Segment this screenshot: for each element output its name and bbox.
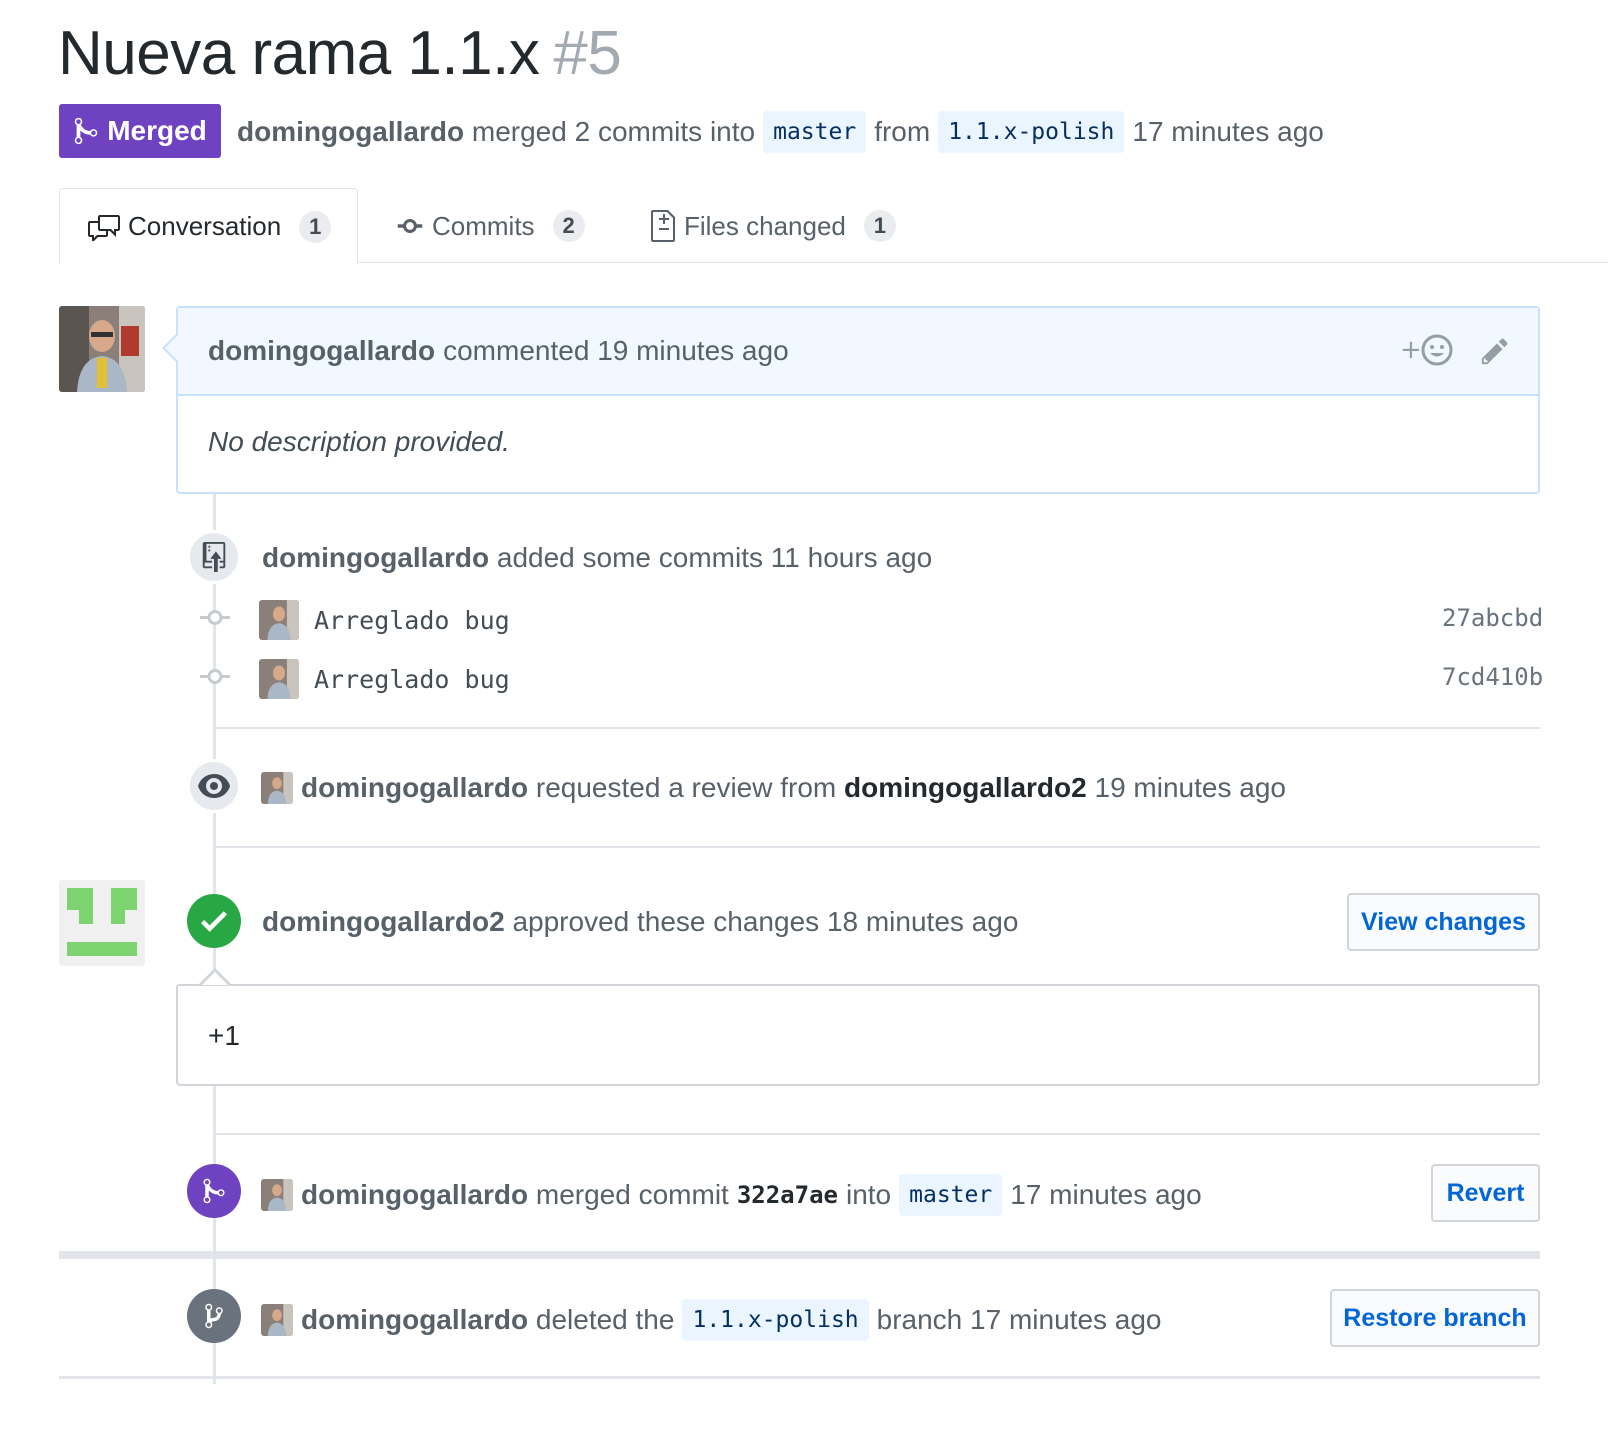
review-comment-box: +1 bbox=[176, 984, 1540, 1086]
comment-time[interactable]: 19 minutes ago bbox=[597, 335, 788, 367]
smiley-icon: + bbox=[1400, 334, 1453, 366]
timeline-divider bbox=[215, 727, 1540, 729]
tab-conversation[interactable]: Conversation 1 bbox=[59, 188, 358, 264]
commits-event-author[interactable]: domingogallardo bbox=[262, 542, 489, 574]
review-request-action: requested a review from bbox=[535, 772, 837, 803]
avatar[interactable] bbox=[259, 600, 299, 640]
comment-header: domingogallardo commented 19 minutes ago… bbox=[178, 308, 1538, 396]
commit-sha[interactable]: 7cd410b bbox=[1442, 663, 1543, 691]
merged-badge bbox=[187, 1164, 241, 1218]
avatar[interactable] bbox=[261, 1304, 293, 1336]
identicon-avatar[interactable] bbox=[59, 880, 145, 966]
delete-suffix: branch bbox=[876, 1304, 963, 1335]
approval-author[interactable]: domingogallardo2 bbox=[262, 906, 505, 938]
pr-title: Nueva rama 1.1.x #5 bbox=[58, 14, 622, 94]
merge-time[interactable]: 17 minutes ago bbox=[1010, 1179, 1201, 1211]
commit-sha[interactable]: 27abcbd bbox=[1442, 604, 1543, 632]
approval-caret-inner bbox=[202, 972, 228, 985]
avatar[interactable] bbox=[261, 772, 293, 804]
tab-commits[interactable]: Commits 2 bbox=[396, 188, 585, 264]
comment-caret-inner bbox=[165, 334, 179, 362]
delete-author[interactable]: domingogallardo bbox=[301, 1304, 528, 1336]
deleted-branch[interactable]: 1.1.x-polish bbox=[682, 1299, 869, 1341]
merge-into: into bbox=[845, 1179, 892, 1210]
merged-time: 17 minutes ago bbox=[1132, 116, 1324, 147]
git-branch-icon bbox=[205, 1303, 223, 1329]
review-request-badge bbox=[187, 759, 241, 813]
review-comment-body: +1 bbox=[208, 1020, 240, 1051]
check-icon bbox=[201, 911, 227, 932]
tab-commits-count: 2 bbox=[552, 210, 585, 242]
avatar[interactable] bbox=[261, 1179, 293, 1211]
approval-event: domingogallardo2 approved these changes … bbox=[262, 900, 1018, 944]
review-request-author[interactable]: domingogallardo bbox=[301, 772, 528, 804]
merged-status-badge: Merged bbox=[59, 104, 221, 158]
tab-files-changed-label: Files changed bbox=[684, 210, 846, 241]
comment-action: commented bbox=[443, 335, 590, 366]
tab-conversation-label: Conversation bbox=[128, 211, 282, 241]
pr-author-link[interactable]: domingogallardo bbox=[237, 110, 464, 154]
diff-icon bbox=[651, 210, 675, 242]
comment-body: No description provided. bbox=[208, 426, 510, 457]
timeline-divider bbox=[215, 1133, 1540, 1135]
comment-author[interactable]: domingogallardo bbox=[208, 335, 435, 367]
merge-commit-sha[interactable]: 322a7ae bbox=[737, 1181, 838, 1209]
repo-push-badge bbox=[187, 530, 241, 584]
commit-message[interactable]: Arreglado bug bbox=[314, 661, 510, 697]
git-commit-icon bbox=[200, 610, 230, 625]
comment-box: domingogallardo commented 19 minutes ago… bbox=[176, 306, 1540, 494]
commits-event-action: added some commits bbox=[496, 542, 763, 573]
review-request-time[interactable]: 19 minutes ago bbox=[1095, 772, 1286, 804]
comment-discussion-icon bbox=[88, 214, 120, 241]
commits-event-time[interactable]: 11 hours ago bbox=[771, 542, 932, 574]
delete-action: deleted the bbox=[535, 1304, 675, 1335]
merged-label: Merged bbox=[107, 115, 207, 146]
merge-author[interactable]: domingogallardo bbox=[301, 1179, 528, 1211]
edit-comment-button[interactable] bbox=[1480, 336, 1510, 373]
commits-added-event: domingogallardo added some commits 11 ho… bbox=[262, 536, 932, 580]
merged-text: merged 2 commits into bbox=[471, 116, 756, 147]
review-request-event: domingogallardo requested a review from … bbox=[261, 766, 1286, 810]
repo-push-icon bbox=[202, 542, 226, 572]
merge-target-branch[interactable]: master bbox=[899, 1174, 1003, 1216]
git-commit-icon bbox=[200, 669, 230, 684]
pr-meta: domingogallardo merged 2 commits into ma… bbox=[237, 110, 1324, 154]
restore-branch-button[interactable]: Restore branch bbox=[1330, 1289, 1540, 1347]
branch-deleted-badge bbox=[187, 1289, 241, 1343]
view-changes-button[interactable]: View changes bbox=[1347, 893, 1540, 951]
approval-action: approved these changes bbox=[512, 906, 820, 937]
base-branch[interactable]: master bbox=[763, 111, 867, 153]
from-text: from bbox=[874, 116, 931, 147]
head-branch[interactable]: 1.1.x-polish bbox=[938, 111, 1125, 153]
pr-title-text: Nueva rama 1.1.x bbox=[58, 19, 540, 88]
add-reaction-button[interactable]: + bbox=[1400, 332, 1456, 375]
revert-button[interactable]: Revert bbox=[1431, 1164, 1540, 1222]
merge-event: domingogallardo merged commit 322a7ae in… bbox=[261, 1170, 1202, 1220]
avatar[interactable] bbox=[59, 306, 145, 392]
git-merge-icon bbox=[74, 117, 98, 145]
merge-divider bbox=[59, 1251, 1540, 1259]
approved-badge bbox=[187, 894, 241, 948]
merge-action: merged commit bbox=[535, 1179, 729, 1210]
avatar[interactable] bbox=[259, 659, 299, 699]
tab-files-changed-count: 1 bbox=[863, 210, 896, 242]
tab-commits-label: Commits bbox=[432, 210, 535, 241]
reviewer-name[interactable]: domingogallardo2 bbox=[844, 772, 1087, 804]
approval-time[interactable]: 18 minutes ago bbox=[827, 906, 1018, 938]
svg-text:+: + bbox=[1400, 335, 1422, 365]
git-merge-icon bbox=[203, 1178, 225, 1204]
tab-conversation-count: 1 bbox=[299, 210, 332, 243]
commit-message[interactable]: Arreglado bug bbox=[314, 602, 510, 638]
timeline-divider bbox=[215, 846, 1540, 848]
git-commit-icon bbox=[397, 219, 423, 233]
branch-deleted-event: domingogallardo deleted the 1.1.x-polish… bbox=[261, 1295, 1162, 1345]
pencil-icon bbox=[1481, 338, 1508, 365]
pr-number: #5 bbox=[553, 19, 622, 88]
tab-files-changed[interactable]: Files changed 1 bbox=[650, 188, 896, 264]
eye-icon bbox=[198, 774, 230, 798]
delete-time[interactable]: 17 minutes ago bbox=[970, 1304, 1161, 1336]
timeline-end-divider bbox=[59, 1376, 1540, 1379]
